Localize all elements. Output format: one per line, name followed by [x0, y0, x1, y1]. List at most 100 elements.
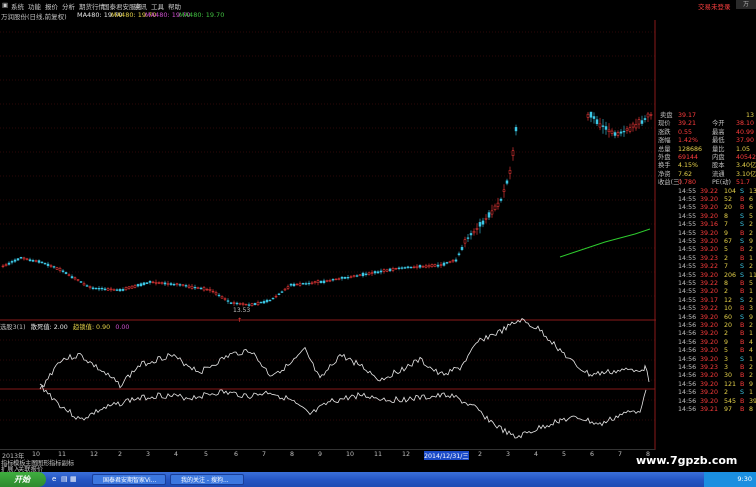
- candle-body: [376, 271, 380, 274]
- candle-body: [487, 212, 491, 218]
- candle-body: [4, 264, 8, 266]
- trade-side: B: [740, 380, 745, 388]
- candle-body: [622, 130, 626, 133]
- candle-body: [325, 280, 329, 282]
- candle-body: [22, 257, 26, 260]
- candle-body: [256, 302, 260, 305]
- candle-body: [493, 205, 497, 211]
- candle-body: [436, 264, 440, 267]
- candle-body: [175, 283, 179, 285]
- trade-row: 14:55 39.22 104 S 13: [656, 188, 756, 196]
- quicklaunch-folder-icon[interactable]: ▦: [70, 475, 77, 483]
- candle-body: [391, 268, 395, 271]
- trade-time: 14:55: [678, 288, 697, 296]
- date-axis-label: 5: [204, 451, 209, 458]
- trade-count: 13: [749, 187, 756, 195]
- trade-volume: 20: [724, 322, 733, 329]
- date-axis-label: 8: [290, 451, 295, 458]
- price-chart-area[interactable]: 13.53 ↑: [0, 20, 656, 450]
- close-window-button[interactable]: 万: [736, 0, 756, 9]
- quicklaunch-desktop-icon[interactable]: ▤: [61, 475, 68, 483]
- trade-count: 6: [749, 196, 754, 203]
- trade-price: 39.20: [700, 212, 719, 220]
- candle-body: [37, 260, 41, 263]
- candle-body: [373, 271, 377, 274]
- trade-side: B: [740, 406, 745, 413]
- candle-body: [451, 259, 455, 262]
- candle-body: [106, 288, 110, 291]
- date-axis-label: 6: [234, 451, 239, 458]
- taskbar-app-browser[interactable]: 我的关注 - 搜狗...: [170, 474, 244, 485]
- trade-count: 9: [749, 313, 754, 321]
- candle-body: [631, 123, 635, 128]
- trade-volume: 12: [724, 296, 733, 304]
- trade-side: B: [740, 204, 745, 212]
- stat-value-2: 38.10: [736, 120, 755, 128]
- indicator-name: 选股3(1): [0, 324, 26, 331]
- trade-volume: 2: [724, 330, 729, 338]
- trade-row: 14:56 39.20 2 S 1: [656, 389, 756, 397]
- trade-time: 14:56: [678, 389, 697, 397]
- trade-time: 14:55: [678, 221, 697, 229]
- trade-price: 39.22: [700, 263, 719, 271]
- candle-body: [304, 283, 308, 285]
- stat-label-2: 股本: [712, 162, 725, 170]
- candle-body: [289, 283, 293, 286]
- trade-side: S: [740, 296, 744, 304]
- ask-volume: 13: [746, 112, 755, 119]
- app-icon[interactable]: ▣: [2, 1, 8, 9]
- candle-body: [268, 299, 272, 302]
- candle-body: [628, 127, 632, 132]
- trade-price: 39.21: [700, 406, 719, 413]
- candle-body: [370, 272, 374, 274]
- trade-volume: 67: [724, 238, 733, 245]
- trade-time: 14:56: [678, 347, 697, 355]
- trade-time: 14:55: [678, 196, 697, 203]
- trade-volume: 9: [724, 229, 729, 237]
- candle-body: [31, 260, 35, 262]
- candle-body: [400, 267, 404, 269]
- trade-price: 39.20: [700, 271, 719, 279]
- candle-body: [259, 301, 263, 304]
- trade-row: 14:56 39.20 20 B 2: [656, 322, 756, 330]
- trade-price: 39.20: [700, 347, 719, 355]
- trade-count: 6: [749, 204, 754, 212]
- date-axis-label: 4: [534, 451, 539, 458]
- trade-side: B: [740, 288, 745, 296]
- candle-body: [178, 284, 182, 286]
- candle-body: [619, 131, 623, 134]
- trade-row: 14:56 39.20 545 B 39: [656, 398, 756, 406]
- candle-body: [601, 125, 605, 127]
- trade-volume: 8: [724, 280, 729, 287]
- taskbar-app-gtja[interactable]: 国泰君安期智家Vi...: [92, 474, 166, 485]
- candle-body: [463, 239, 467, 244]
- trade-side: B: [740, 338, 745, 346]
- candle-body: [91, 287, 95, 289]
- indicator-gridlines: [0, 339, 655, 421]
- stat-row: 换手 4.15% 股本 3.40亿: [656, 162, 756, 170]
- trade-side: S: [740, 187, 744, 195]
- date-axis-label: 10: [32, 451, 41, 458]
- candle-body: [55, 267, 59, 270]
- candle-body: [130, 285, 134, 289]
- start-button[interactable]: 开始: [0, 472, 46, 487]
- candle-body: [322, 280, 326, 284]
- ask-price: 39.17: [678, 112, 697, 119]
- stat-value-2: 3.40亿: [736, 162, 756, 170]
- candle-body: [25, 258, 29, 260]
- candle-body: [427, 265, 431, 268]
- trade-side: B: [740, 229, 745, 237]
- trade-count: 2: [749, 246, 754, 254]
- candle-body: [337, 278, 341, 280]
- indicator-line-2: [39, 383, 647, 439]
- candle-body: [52, 266, 56, 268]
- candle-body: [292, 283, 296, 287]
- quicklaunch-ie-icon[interactable]: e: [52, 475, 56, 483]
- date-axis-label: 12: [402, 451, 411, 458]
- stat-value-2: 3.10亿: [736, 170, 756, 178]
- candle-body: [445, 262, 449, 264]
- trade-time: 14:55: [678, 280, 697, 287]
- candle-body: [85, 285, 89, 287]
- indicator-l2-label: 趋锁值: 0.90: [73, 324, 111, 331]
- candle-body: [121, 289, 125, 291]
